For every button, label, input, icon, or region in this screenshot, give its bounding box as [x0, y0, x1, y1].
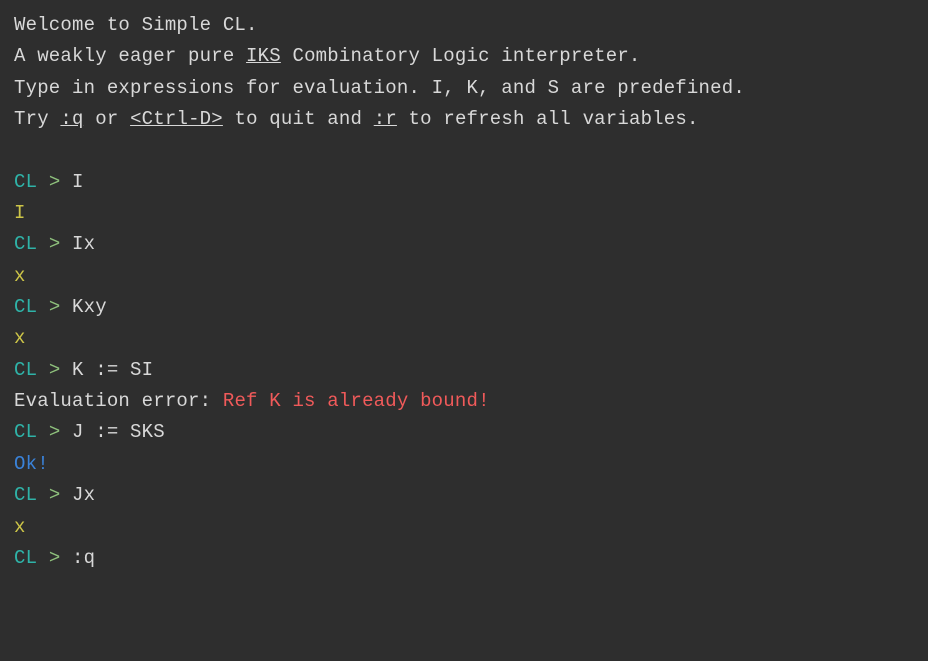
repl-output: x — [14, 261, 914, 292]
prompt-cl: CL — [14, 233, 37, 255]
repl-input[interactable]: Kxy — [72, 296, 107, 318]
text-segment: Try — [14, 108, 60, 130]
prompt-gt: > — [37, 359, 72, 381]
repl-input[interactable]: Ix — [72, 233, 95, 255]
welcome-line-2: A weakly eager pure IKS Combinatory Logi… — [14, 41, 914, 72]
text-segment: A weakly eager pure — [14, 45, 246, 67]
text-segment: or — [84, 108, 130, 130]
repl-prompt-line: CL > Jx — [14, 480, 914, 511]
repl-prompt-line: CL > Ix — [14, 229, 914, 260]
repl-input[interactable]: I — [72, 171, 84, 193]
text-segment: Combinatory Logic interpreter. — [281, 45, 641, 67]
prompt-gt: > — [37, 484, 72, 506]
repl-input[interactable]: K := SI — [72, 359, 153, 381]
prompt-cl: CL — [14, 421, 37, 443]
repl-input[interactable]: J := SKS — [72, 421, 165, 443]
prompt-cl: CL — [14, 359, 37, 381]
error-label: Evaluation error: — [14, 390, 223, 412]
prompt-gt: > — [37, 171, 72, 193]
text-segment: to refresh all variables. — [397, 108, 699, 130]
repl-prompt-line: CL > I — [14, 167, 914, 198]
repl-error-line: Evaluation error: Ref K is already bound… — [14, 386, 914, 417]
prompt-cl: CL — [14, 547, 37, 569]
repl-prompt-line: CL > Kxy — [14, 292, 914, 323]
prompt-gt: > — [37, 547, 72, 569]
refresh-cmd: :r — [374, 108, 397, 130]
ctrl-d-key: <Ctrl-D> — [130, 108, 223, 130]
prompt-gt: > — [37, 296, 72, 318]
repl-input[interactable]: Jx — [72, 484, 95, 506]
repl-ok: Ok! — [14, 449, 914, 480]
repl-output: x — [14, 512, 914, 543]
quit-cmd: :q — [60, 108, 83, 130]
iks-abbr: IKS — [246, 45, 281, 67]
welcome-line-3: Type in expressions for evaluation. I, K… — [14, 73, 914, 104]
terminal-output: Welcome to Simple CL. A weakly eager pur… — [14, 10, 914, 574]
repl-output: I — [14, 198, 914, 229]
prompt-cl: CL — [14, 484, 37, 506]
repl-output: x — [14, 323, 914, 354]
repl-prompt-line: CL > K := SI — [14, 355, 914, 386]
blank-line — [14, 135, 914, 166]
repl-prompt-line: CL > :q — [14, 543, 914, 574]
welcome-line-4: Try :q or <Ctrl-D> to quit and :r to ref… — [14, 104, 914, 135]
welcome-line-1: Welcome to Simple CL. — [14, 10, 914, 41]
text-segment: to quit and — [223, 108, 374, 130]
repl-prompt-line: CL > J := SKS — [14, 417, 914, 448]
prompt-cl: CL — [14, 171, 37, 193]
prompt-gt: > — [37, 233, 72, 255]
prompt-gt: > — [37, 421, 72, 443]
error-message: Ref K is already bound! — [223, 390, 490, 412]
repl-input[interactable]: :q — [72, 547, 95, 569]
prompt-cl: CL — [14, 296, 37, 318]
